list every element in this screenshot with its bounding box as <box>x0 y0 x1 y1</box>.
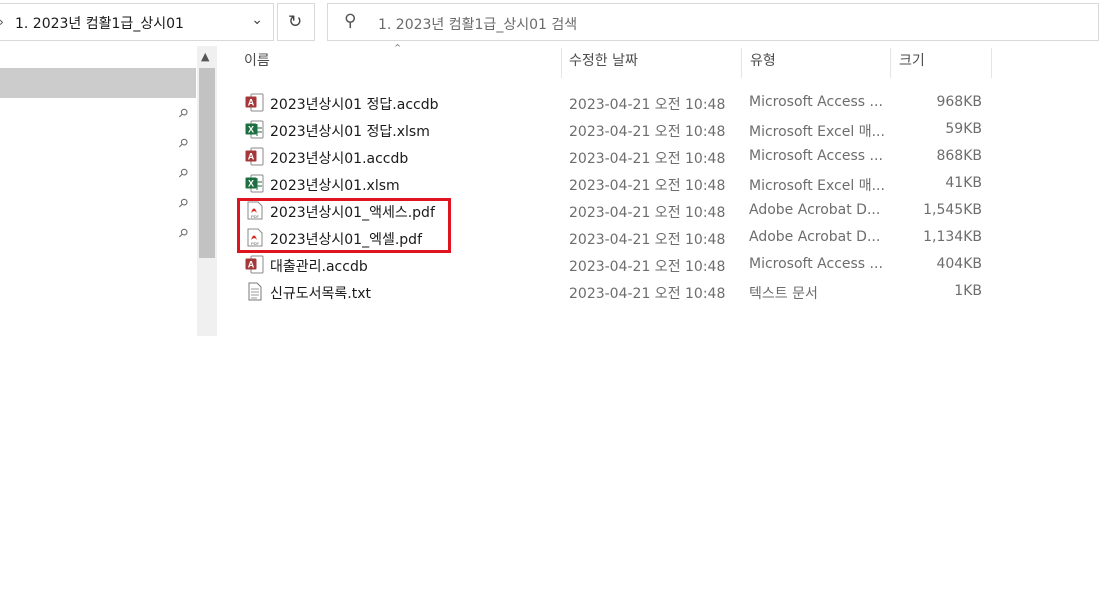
access-file-icon: A <box>245 255 264 274</box>
file-date: 2023-04-21 오전 10:48 <box>569 205 726 221</box>
excel-file-icon: X <box>245 120 264 139</box>
file-size: 1KB <box>954 283 982 299</box>
svg-text:X: X <box>248 125 254 135</box>
svg-text:X: X <box>248 179 254 189</box>
file-size: 1,134KB <box>923 229 982 245</box>
pin-icon: ⚲ <box>175 135 192 152</box>
file-size: 968KB <box>936 94 982 110</box>
column-header-label: 크기 <box>899 53 925 69</box>
nav-scrollbar[interactable]: ▲ <box>197 46 217 336</box>
pin-icon: ⚲ <box>175 165 192 182</box>
column-header-date[interactable]: 수정한 날짜 <box>569 50 638 78</box>
file-row[interactable]: X 2023년상시01 정답.xlsm 2023-04-21 오전 10:48 Mic… <box>240 116 1000 143</box>
svg-text:A: A <box>248 98 255 108</box>
search-icon: ⚲ <box>344 11 357 31</box>
svg-text:A: A <box>248 260 255 270</box>
file-size: 1,545KB <box>923 202 982 218</box>
access-file-icon: A <box>245 147 264 166</box>
address-path[interactable]: 1. 2023년 컴활1급_상시01 <box>15 13 184 33</box>
column-header-label: 유형 <box>750 53 776 69</box>
file-type: Adobe Acrobat D... <box>749 229 881 245</box>
file-type: Microsoft Excel 매... <box>749 124 885 140</box>
file-size: 868KB <box>936 148 982 164</box>
column-divider[interactable] <box>561 48 562 78</box>
highlight-box <box>237 198 451 253</box>
file-date: 2023-04-21 오전 10:48 <box>569 232 726 248</box>
file-size: 59KB <box>945 121 982 137</box>
column-header-label: 수정한 날짜 <box>569 53 638 69</box>
file-type: Microsoft Access ... <box>749 94 883 110</box>
pin-icon: ⚲ <box>175 105 192 122</box>
pin-icon: ⚲ <box>175 225 192 242</box>
file-size: 41KB <box>945 175 982 191</box>
file-size: 404KB <box>936 256 982 272</box>
address-bar[interactable]: › 1. 2023년 컴활1급_상시01 ⌄ <box>0 3 274 41</box>
excel-file-icon: X <box>245 174 264 193</box>
file-date: 2023-04-21 오전 10:48 <box>569 286 726 302</box>
file-row[interactable]: A 2023년상시01 정답.accdb 2023-04-21 오전 10:48 Mi… <box>240 89 1000 116</box>
column-header-label: 이름 <box>244 53 270 69</box>
svg-text:A: A <box>248 152 255 162</box>
column-header-type[interactable]: 유형 <box>750 50 776 78</box>
access-file-icon: A <box>245 93 264 112</box>
file-name[interactable]: 신규도서목록.txt <box>270 283 371 303</box>
file-row[interactable]: 신규도서목록.txt 2023-04-21 오전 10:48 텍스트 문서 1KB <box>240 278 1000 305</box>
file-name[interactable]: 2023년상시01.accdb <box>270 148 408 168</box>
file-row[interactable]: A 2023년상시01.accdb 2023-04-21 오전 10:48 Micro… <box>240 143 1000 170</box>
file-row[interactable]: X 2023년상시01.xlsm 2023-04-21 오전 10:48 Micros… <box>240 170 1000 197</box>
scroll-up-icon[interactable]: ▲ <box>201 50 209 63</box>
file-type: Adobe Acrobat D... <box>749 202 881 218</box>
column-header-size[interactable]: 크기 <box>899 50 925 78</box>
column-divider[interactable] <box>890 48 891 78</box>
search-box[interactable]: ⚲ 1. 2023년 컴활1급_상시01 검색 <box>327 3 1099 41</box>
file-name[interactable]: 2023년상시01 정답.xlsm <box>270 121 430 141</box>
file-name[interactable]: 대출관리.accdb <box>270 256 368 276</box>
file-date: 2023-04-21 오전 10:48 <box>569 97 726 113</box>
top-bar: › 1. 2023년 컴활1급_상시01 ⌄ ↻ ⚲ 1. 2023년 컴활1급… <box>0 0 1099 46</box>
file-date: 2023-04-21 오전 10:48 <box>569 151 726 167</box>
file-date: 2023-04-21 오전 10:48 <box>569 124 726 140</box>
search-placeholder: 1. 2023년 컴활1급_상시01 검색 <box>378 17 578 33</box>
file-type: 텍스트 문서 <box>749 286 818 302</box>
column-divider[interactable] <box>741 48 742 78</box>
pin-icon: ⚲ <box>175 195 192 212</box>
file-type: Microsoft Excel 매... <box>749 178 885 194</box>
chevron-right-icon: › <box>0 15 9 29</box>
scrollbar-thumb[interactable] <box>199 68 215 258</box>
file-row[interactable]: A 대출관리.accdb 2023-04-21 오전 10:48 Microsoft … <box>240 251 1000 278</box>
file-name[interactable]: 2023년상시01 정답.accdb <box>270 94 439 114</box>
file-type: Microsoft Access ... <box>749 256 883 272</box>
chevron-down-icon[interactable]: ⌄ <box>251 12 263 28</box>
column-divider[interactable] <box>991 48 992 78</box>
sort-ascending-icon: ⌃ <box>393 42 403 55</box>
file-date: 2023-04-21 오전 10:48 <box>569 259 726 275</box>
text-file-icon <box>245 282 264 301</box>
navigation-pane: ⚲ ⚲ ⚲ ⚲ ⚲ ▲ <box>0 46 217 336</box>
file-name[interactable]: 2023년상시01.xlsm <box>270 175 400 195</box>
refresh-icon: ↻ <box>288 12 303 32</box>
file-type: Microsoft Access ... <box>749 148 883 164</box>
file-date: 2023-04-21 오전 10:48 <box>569 178 726 194</box>
column-header-name[interactable]: 이름 <box>244 50 270 78</box>
refresh-button[interactable]: ↻ <box>277 3 315 41</box>
nav-selected-item[interactable] <box>0 68 196 98</box>
